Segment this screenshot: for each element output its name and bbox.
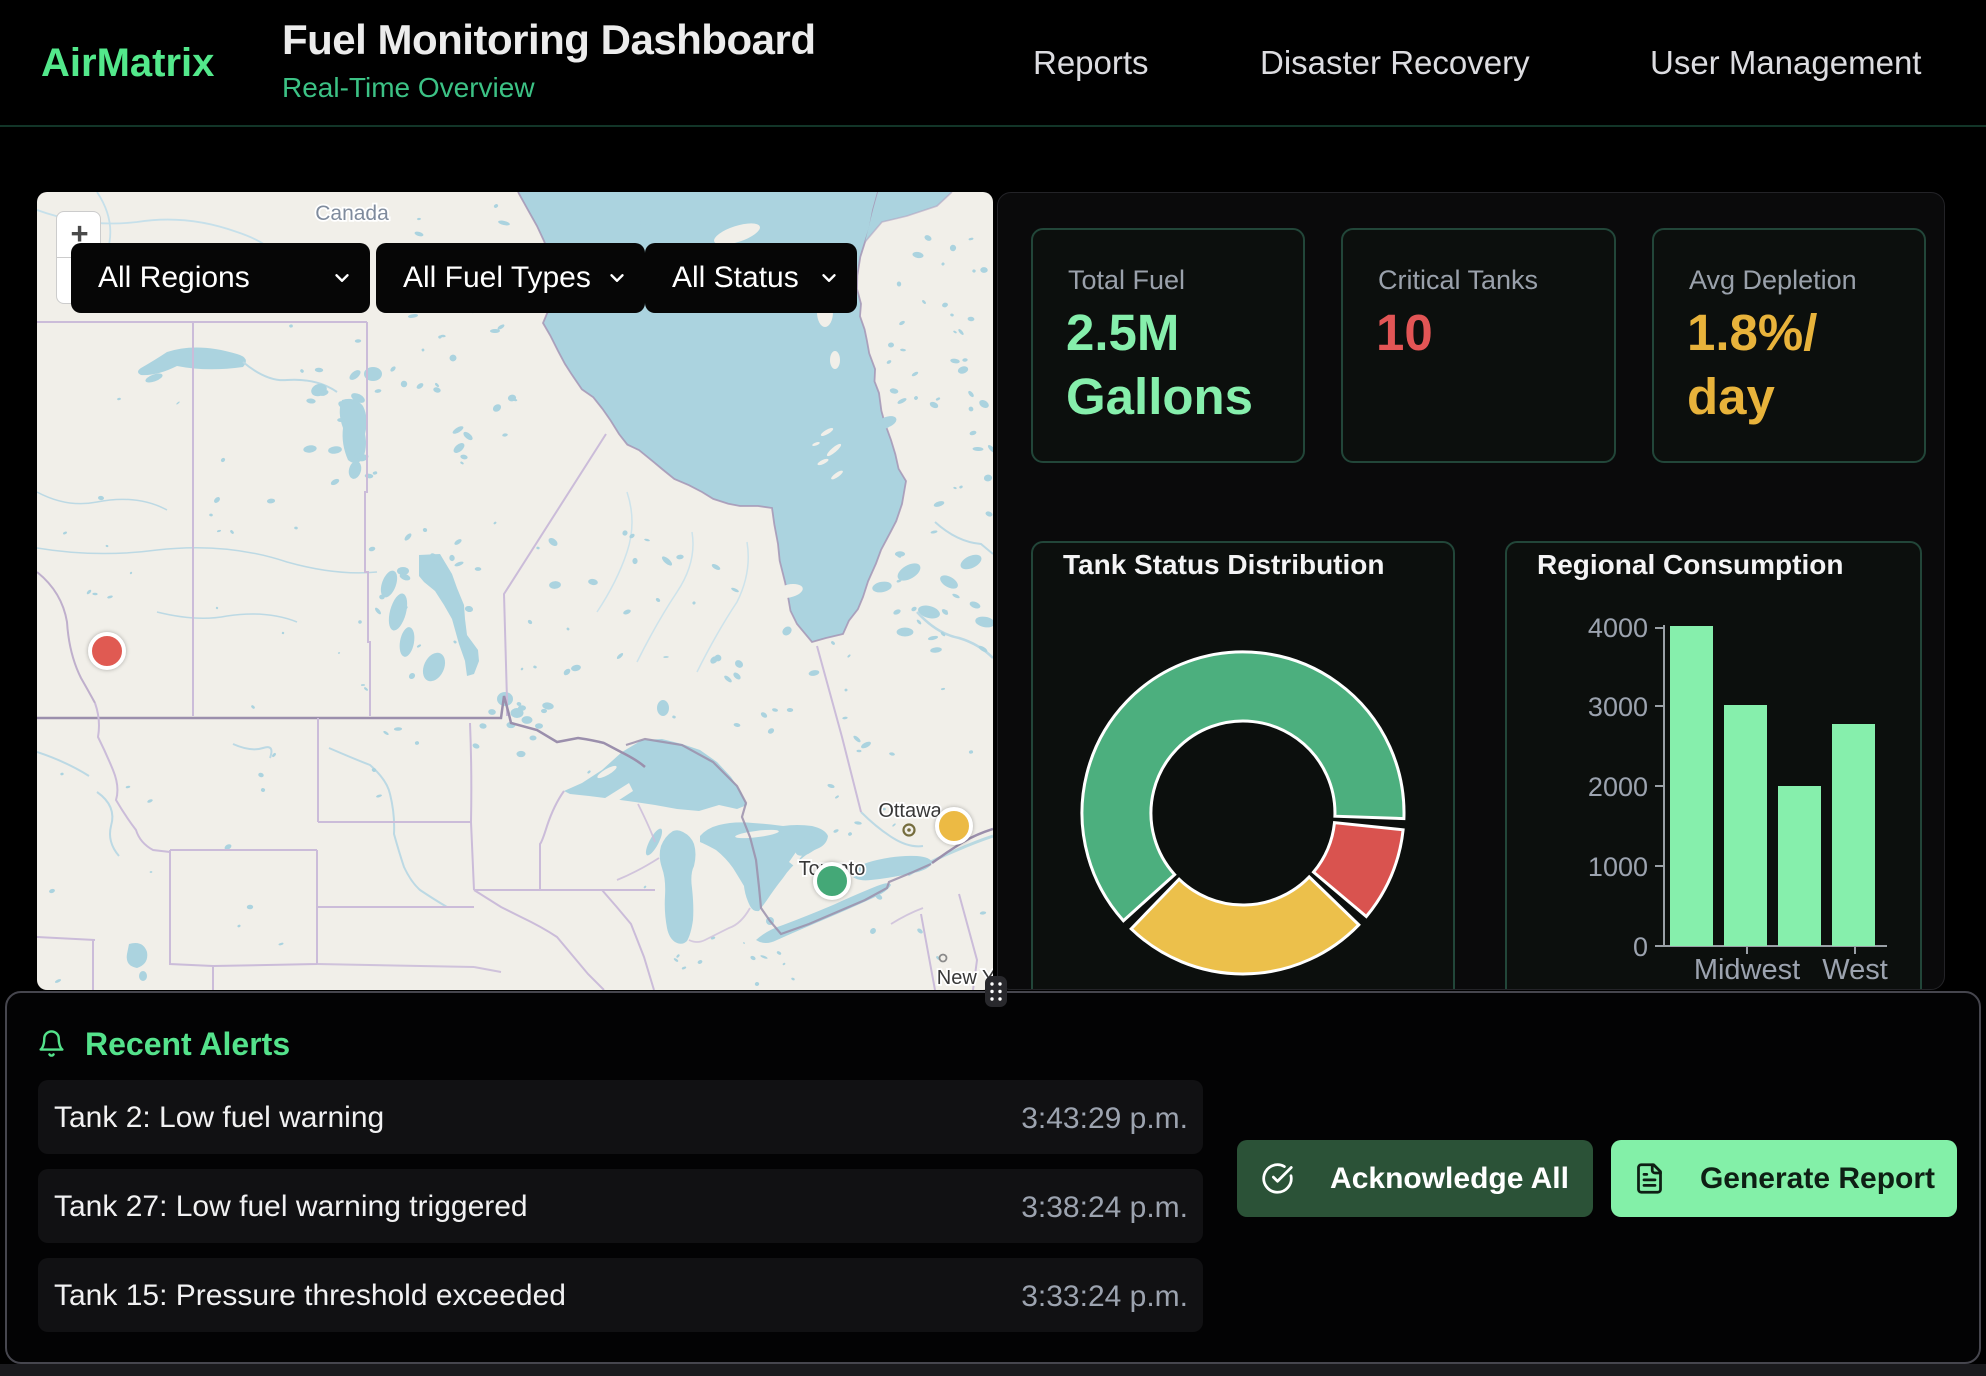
svg-text:0: 0 xyxy=(1633,932,1648,962)
svg-text:1000: 1000 xyxy=(1588,852,1648,882)
svg-text:Ottawa: Ottawa xyxy=(878,800,942,822)
svg-text:4000: 4000 xyxy=(1588,613,1648,643)
svg-text:3000: 3000 xyxy=(1588,692,1648,722)
svg-text:West: West xyxy=(1822,954,1888,985)
svg-text:2000: 2000 xyxy=(1588,772,1648,802)
svg-text:Canada: Canada xyxy=(315,202,389,225)
svg-text:Midwest: Midwest xyxy=(1694,954,1800,985)
